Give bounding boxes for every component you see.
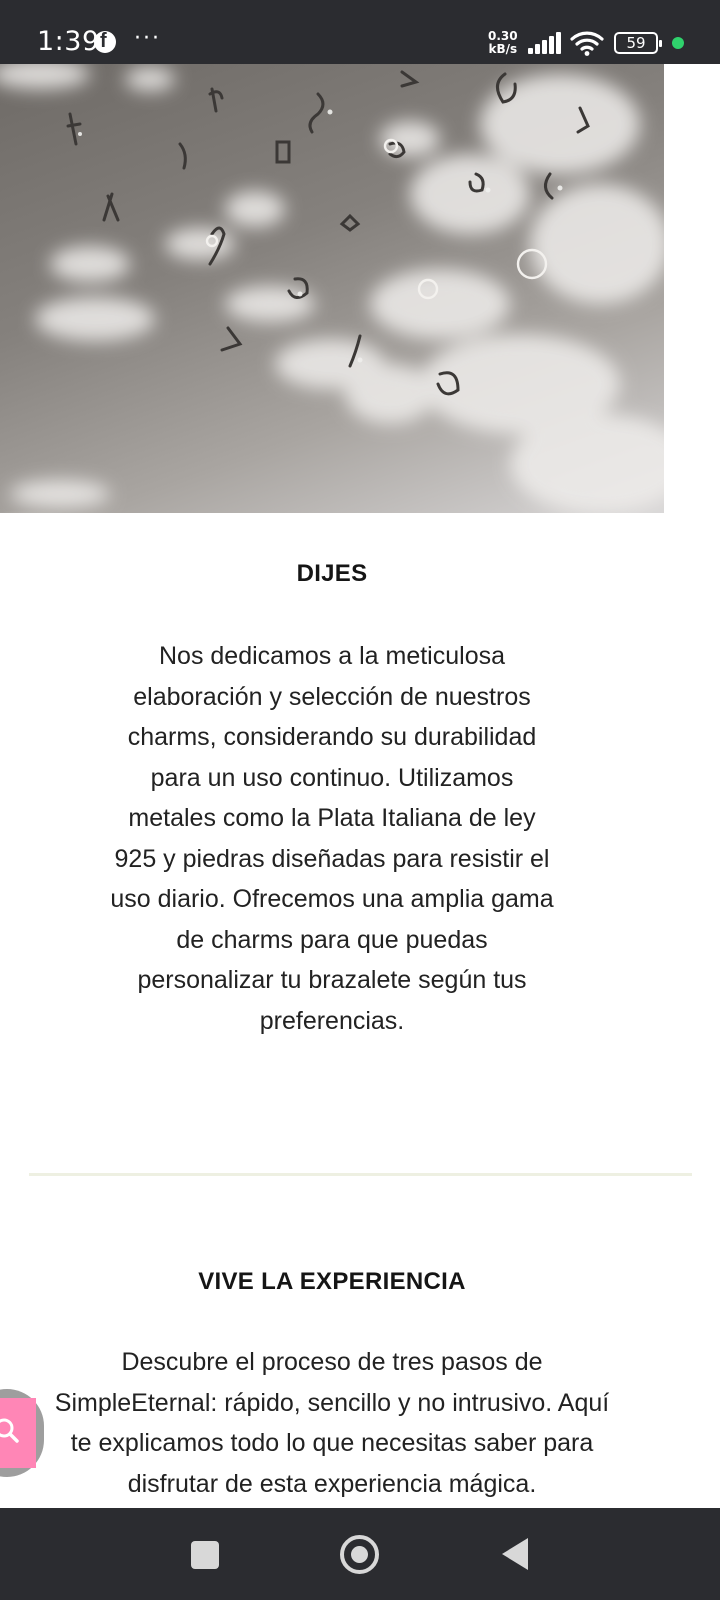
wifi-icon xyxy=(570,31,604,56)
section-title-dijes: DIJES xyxy=(296,560,368,587)
experiencia-line: Descubre el proceso de tres pasos de xyxy=(121,1348,543,1376)
experiencia-line: te explicamos todo lo que necesitas sabe… xyxy=(70,1429,594,1457)
dijes-line: elaboración y selección de nuestros xyxy=(133,682,531,711)
charms-photo xyxy=(0,64,664,513)
active-dot-icon xyxy=(672,37,684,49)
dijes-line: 925 y piedras diseñadas para resistir el xyxy=(114,844,550,873)
section-title-experiencia: VIVE LA EXPERIENCIA xyxy=(198,1268,466,1295)
battery-icon: 59 xyxy=(614,32,662,54)
back-icon[interactable] xyxy=(502,1538,528,1570)
experiencia-line: SimpleEternal: rápido, sencillo y no int… xyxy=(54,1388,610,1417)
experiencia-line: disfrutar de esta experiencia mágica. xyxy=(127,1469,537,1498)
signal-icon xyxy=(528,32,562,54)
dijes-line: charms, considerando su durabilidad xyxy=(127,723,537,751)
dijes-description: Nos dedicamos a la meticulosa elaboració… xyxy=(60,636,604,1041)
dijes-line: personalizar tu brazalete según tus xyxy=(137,966,527,994)
dijes-line: para un uso continuo. Utilizamos xyxy=(150,763,514,792)
dijes-line: metales como la Plata Italiana de ley xyxy=(128,804,536,832)
dijes-line: preferencias. xyxy=(259,1006,405,1035)
dijes-line: de charms para que puedas xyxy=(176,925,488,954)
battery-level: 59 xyxy=(626,34,646,52)
recents-icon[interactable] xyxy=(191,1541,219,1569)
network-speed-unit: kB/s xyxy=(488,42,518,56)
dijes-line: Nos dedicamos a la meticulosa xyxy=(159,642,505,670)
home-icon[interactable] xyxy=(340,1535,379,1574)
charms-hero-image xyxy=(0,64,664,513)
search-icon xyxy=(0,1418,19,1443)
experiencia-description: Descubre el proceso de tres pasos de Sim… xyxy=(30,1342,634,1504)
dijes-line: uso diario. Ofrecemos una amplia gama xyxy=(110,885,554,913)
status-time: 1:39 xyxy=(37,26,100,57)
network-speed: 0.30 kB/s xyxy=(488,30,518,56)
status-bar: 1:39 f ··· 0.30 kB/s 59 xyxy=(0,0,720,64)
section-divider xyxy=(29,1173,692,1176)
more-notifications-icon: ··· xyxy=(134,26,161,51)
facebook-icon: f xyxy=(94,30,116,53)
search-fab-button[interactable] xyxy=(0,1398,36,1468)
